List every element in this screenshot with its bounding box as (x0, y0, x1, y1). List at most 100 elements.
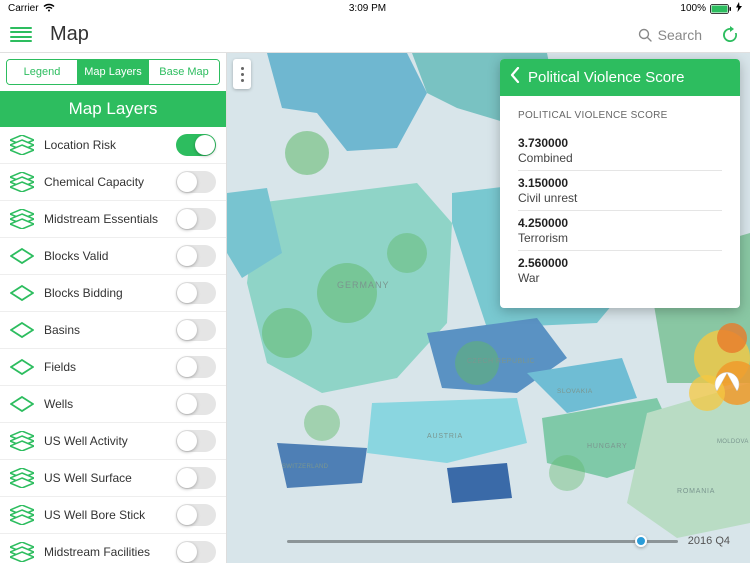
clock-label: 3:09 PM (349, 3, 386, 14)
layer-label: Midstream Facilities (44, 545, 176, 559)
layer-toggle[interactable] (176, 541, 216, 563)
layer-label: Location Risk (44, 138, 176, 152)
tab-base-map[interactable]: Base Map (149, 60, 219, 84)
reload-icon[interactable] (720, 25, 740, 45)
popup-item-name: Terrorism (518, 231, 722, 245)
popup-item-value: 4.250000 (518, 216, 722, 230)
layer-row: Fields (0, 349, 226, 386)
layer-row: US Well Bore Stick (0, 497, 226, 534)
layer-toggle[interactable] (176, 171, 216, 193)
layer-label: Wells (44, 397, 176, 411)
layer-toggle[interactable] (176, 245, 216, 267)
layer-toggle[interactable] (176, 393, 216, 415)
layer-label: US Well Surface (44, 471, 176, 485)
layer-row: US Well Activity (0, 423, 226, 460)
popup-item-name: Combined (518, 151, 722, 165)
map-area[interactable]: GERMANY CZECH REPUBLIC AUSTRIA SLOVAKIA … (227, 53, 750, 563)
back-icon[interactable] (510, 67, 520, 88)
popup-item-value: 3.730000 (518, 136, 722, 150)
layer-row: US Well Surface (0, 460, 226, 497)
popup-item-value: 3.150000 (518, 176, 722, 190)
layer-stack-icon (10, 357, 34, 377)
popup-header: Political Violence Score (500, 59, 740, 96)
layer-stack-icon (10, 542, 34, 562)
layer-label: Fields (44, 360, 176, 374)
popup-item-value: 2.560000 (518, 256, 722, 270)
popup-body: POLITICAL VIOLENCE SCORE 3.730000Combine… (500, 96, 740, 308)
layer-label: US Well Bore Stick (44, 508, 176, 522)
map-options-icon[interactable] (233, 59, 251, 89)
layer-row: Chemical Capacity (0, 164, 226, 201)
svg-text:ROMANIA: ROMANIA (677, 488, 715, 495)
detail-popup: Political Violence Score POLITICAL VIOLE… (500, 59, 740, 308)
battery-icon (710, 4, 732, 14)
popup-item-name: War (518, 271, 722, 285)
layer-stack-icon (10, 135, 34, 155)
popup-item: 3.730000Combined (518, 131, 722, 171)
layer-stack-icon (10, 468, 34, 488)
popup-section-label: POLITICAL VIOLENCE SCORE (518, 110, 722, 121)
layer-label: Blocks Valid (44, 249, 176, 263)
layer-stack-icon (10, 172, 34, 192)
layer-toggle[interactable] (176, 504, 216, 526)
svg-text:MOLDOVA: MOLDOVA (717, 439, 749, 445)
layer-toggle[interactable] (176, 356, 216, 378)
layer-label: US Well Activity (44, 434, 176, 448)
layer-row: Blocks Valid (0, 238, 226, 275)
page-title: Map (50, 23, 638, 46)
layer-stack-icon (10, 246, 34, 266)
svg-text:GERMANY: GERMANY (337, 280, 390, 290)
layer-row: Location Risk (0, 127, 226, 164)
search-icon (638, 28, 652, 42)
charging-icon (736, 2, 742, 15)
battery-pct-label: 100% (680, 3, 706, 14)
svg-text:HUNGARY: HUNGARY (587, 443, 627, 450)
layer-toggle[interactable] (176, 208, 216, 230)
slider-date-label: 2016 Q4 (688, 535, 730, 547)
layers-list: Location Risk Chemical Capacity Midstream … (0, 127, 226, 563)
popup-item: 2.560000War (518, 251, 722, 290)
tab-map-layers[interactable]: Map Layers (78, 60, 149, 84)
popup-item-name: Civil unrest (518, 191, 722, 205)
wifi-icon (43, 3, 55, 15)
svg-text:SWITZERLAND: SWITZERLAND (282, 464, 329, 470)
layer-stack-icon (10, 209, 34, 229)
layer-toggle[interactable] (176, 134, 216, 156)
layer-toggle[interactable] (176, 282, 216, 304)
layer-row: Basins (0, 312, 226, 349)
sidebar-tabs: Legend Map Layers Base Map (6, 59, 220, 85)
layer-stack-icon (10, 320, 34, 340)
svg-text:SLOVAKIA: SLOVAKIA (557, 388, 593, 395)
carrier-label: Carrier (8, 3, 39, 14)
svg-text:AUSTRIA: AUSTRIA (427, 433, 463, 440)
menu-icon[interactable] (10, 27, 32, 43)
slider-handle[interactable] (635, 535, 647, 547)
popup-item: 4.250000Terrorism (518, 211, 722, 251)
slider-track[interactable] (287, 540, 678, 543)
layers-sidebar: Legend Map Layers Base Map Map Layers Lo… (0, 53, 227, 563)
layer-row: Wells (0, 386, 226, 423)
sidebar-title: Map Layers (0, 91, 226, 127)
layer-stack-icon (10, 283, 34, 303)
popup-title: Political Violence Score (528, 69, 684, 86)
layer-row: Blocks Bidding (0, 275, 226, 312)
layer-toggle[interactable] (176, 467, 216, 489)
time-slider[interactable]: 2016 Q4 (287, 531, 730, 551)
layer-row: Midstream Essentials (0, 201, 226, 238)
layer-label: Basins (44, 323, 176, 337)
app-topbar: Map Search (0, 17, 750, 53)
popup-item: 3.150000Civil unrest (518, 171, 722, 211)
tab-legend[interactable]: Legend (7, 60, 78, 84)
layer-toggle[interactable] (176, 430, 216, 452)
layer-stack-icon (10, 394, 34, 414)
ios-status-bar: Carrier 3:09 PM 100% (0, 0, 750, 17)
layer-stack-icon (10, 505, 34, 525)
layer-stack-icon (10, 431, 34, 451)
svg-text:CZECH REPUBLIC: CZECH REPUBLIC (467, 358, 535, 365)
layer-label: Blocks Bidding (44, 286, 176, 300)
search-field[interactable]: Search (638, 27, 702, 43)
layer-label: Chemical Capacity (44, 175, 176, 189)
layer-row: Midstream Facilities (0, 534, 226, 563)
layer-toggle[interactable] (176, 319, 216, 341)
search-placeholder: Search (658, 27, 702, 43)
